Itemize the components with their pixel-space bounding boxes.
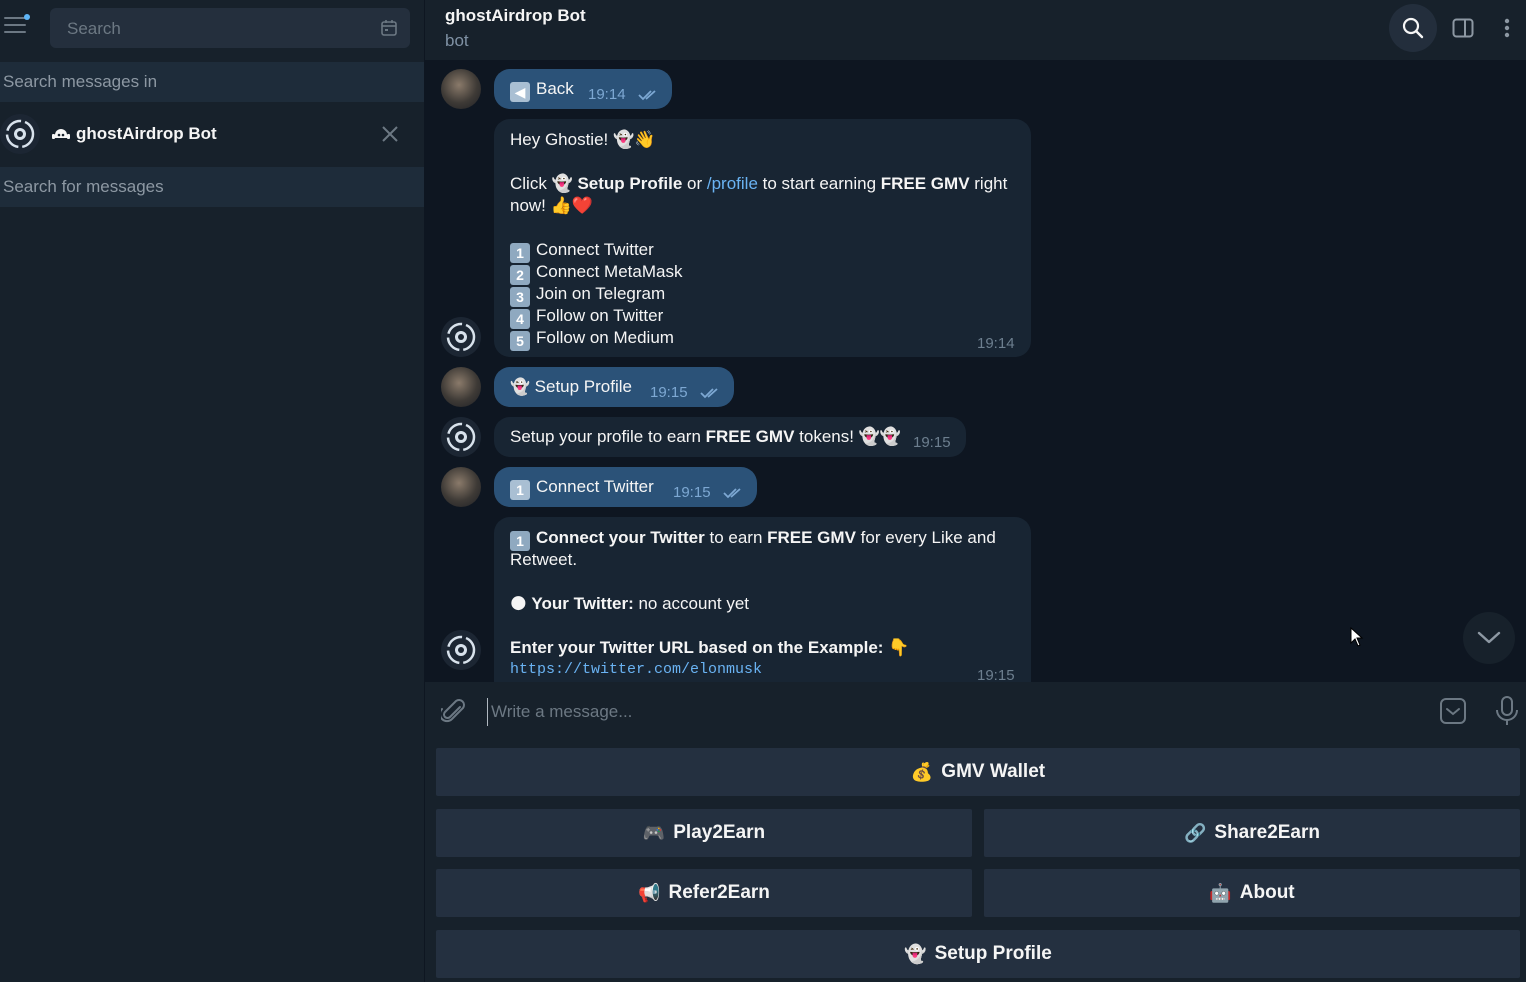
message-text: Back — [536, 79, 574, 98]
message-list[interactable]: ◀ Back 19:14 Hey Ghostie! 👻👋 Click 👻 Setu… — [425, 61, 1526, 682]
step-item: 3 Join on Telegram — [510, 284, 665, 307]
chevron-down-icon — [1477, 631, 1501, 644]
message-text: Setup your profile to earn FREE GMV toke… — [510, 427, 902, 446]
message-composer — [425, 682, 1526, 740]
chat-name-label: ghostAirdrop Bot — [76, 124, 217, 143]
message-incoming-twitter-connect[interactable]: 1 Connect your Twitter to earn FREE GMV f… — [494, 517, 1031, 682]
play2earn-button[interactable]: 🎮 Play2Earn — [436, 809, 972, 857]
sidebar-toggle-button[interactable] — [1439, 4, 1487, 52]
message-line: 🌑 Your Twitter: no account yet — [510, 594, 750, 613]
step-item: 2 Connect MetaMask — [510, 262, 682, 285]
more-menu-button[interactable] — [1483, 4, 1526, 52]
attach-icon[interactable] — [441, 698, 467, 726]
user-avatar[interactable] — [441, 367, 481, 407]
message-text: Connect Twitter — [536, 477, 654, 496]
user-avatar[interactable] — [441, 69, 481, 109]
refer2earn-button[interactable]: 📢 Refer2Earn — [436, 869, 972, 917]
example-url-link[interactable]: https://twitter.com/elonmusk — [510, 661, 762, 678]
step-item: 5 Follow on Medium — [510, 328, 674, 351]
message-time: 19:15 — [977, 667, 1015, 682]
money-bag-icon: 💰 — [910, 761, 934, 782]
sidebar-topbar — [0, 0, 424, 58]
menu-icon[interactable] — [4, 14, 30, 37]
message-time: 19:15 — [650, 384, 688, 401]
message-line: Enter your Twitter URL based on the Exam… — [510, 638, 910, 657]
message-time: 19:14 — [977, 335, 1015, 352]
message-line: Retweet. — [510, 550, 578, 569]
bot-keyboard: 💰 GMV Wallet 🎮 Play2Earn 🔗 Share2Earn 📢 Refe… — [425, 740, 1526, 982]
gmv-wallet-button[interactable]: 💰 GMV Wallet — [436, 748, 1520, 796]
message-time: 19:15 — [913, 434, 951, 451]
bot-avatar[interactable] — [441, 317, 481, 357]
message-text: Setup Profile — [534, 377, 632, 396]
step-item: 4 Follow on Twitter — [510, 306, 663, 329]
chat-subtitle: bot — [445, 31, 469, 50]
more-vertical-icon — [1504, 18, 1510, 38]
message-outgoing-setup[interactable]: 👻 Setup Profile 19:15 — [494, 367, 734, 407]
megaphone-icon: 📢 — [638, 882, 661, 903]
ghost-icon: 👻 — [904, 943, 927, 964]
chat-title[interactable]: ghostAirdrop Bot — [445, 6, 586, 26]
search-messages-in-text: Search messages in — [3, 72, 158, 91]
search-input[interactable] — [50, 8, 369, 50]
read-checkmark-icon — [700, 388, 718, 399]
gamepad-icon: 🎮 — [642, 822, 666, 843]
read-checkmark-icon — [723, 488, 741, 499]
bot-avatar[interactable] — [441, 417, 481, 457]
chat-filter-item[interactable]: ghostAirdrop Bot — [0, 106, 424, 162]
message-line: Click 👻 Setup Profile or /profile to sta… — [510, 174, 1008, 193]
message-incoming-welcome[interactable]: Hey Ghostie! 👻👋 Click 👻 Setup Profile or… — [494, 119, 1031, 357]
search-for-messages[interactable]: Search for messages — [0, 167, 424, 207]
message-incoming-setup-info[interactable]: Setup your profile to earn FREE GMV toke… — [494, 417, 966, 457]
link-icon: 🔗 — [1183, 822, 1207, 843]
search-for-messages-text: Search for messages — [3, 177, 164, 196]
setup-profile-button[interactable]: 👻 Setup Profile — [436, 930, 1520, 978]
emoji-sticker-icon[interactable] — [1439, 697, 1467, 725]
calendar-icon[interactable] — [380, 19, 398, 37]
step-item: 1 Connect Twitter — [510, 240, 654, 263]
search-box[interactable] — [50, 8, 410, 50]
search-button[interactable] — [1389, 4, 1437, 52]
bot-avatar[interactable] — [441, 630, 481, 670]
message-outgoing-back[interactable]: ◀ Back 19:14 — [494, 69, 672, 109]
profile-command-link[interactable]: /profile — [707, 174, 758, 193]
close-icon[interactable] — [380, 124, 400, 144]
sidebar-panel-icon — [1452, 18, 1474, 38]
message-input[interactable] — [487, 698, 1393, 726]
left-sidebar: Search messages in ghostAirdrop Bot Sear… — [0, 0, 425, 982]
bot-avatar — [0, 114, 40, 154]
chat-name: ghostAirdrop Bot — [52, 124, 217, 144]
user-avatar[interactable] — [441, 467, 481, 507]
scroll-down-button[interactable] — [1463, 612, 1515, 664]
about-button[interactable]: 🤖 About — [984, 869, 1520, 917]
message-line: 1 Connect your Twitter to earn FREE GMV f… — [510, 528, 996, 551]
message-line: now! 👍❤️ — [510, 196, 593, 215]
microphone-icon[interactable] — [1495, 695, 1519, 727]
read-checkmark-icon — [638, 90, 656, 101]
ghost-icon: 👻 — [510, 379, 530, 396]
chat-header: ghostAirdrop Bot bot — [425, 0, 1526, 61]
mouse-cursor-icon — [1350, 627, 1364, 647]
message-greeting: Hey Ghostie! 👻👋 — [510, 130, 656, 149]
share2earn-button[interactable]: 🔗 Share2Earn — [984, 809, 1520, 857]
message-time: 19:14 — [588, 86, 626, 103]
back-arrow-icon: ◀ — [510, 82, 530, 102]
search-messages-in-label: Search messages in — [0, 62, 424, 102]
search-icon — [1402, 17, 1424, 39]
message-outgoing-connect-twitter[interactable]: 1 Connect Twitter 19:15 — [494, 467, 757, 507]
message-time: 19:15 — [673, 484, 711, 501]
bot-icon — [52, 129, 70, 139]
robot-icon: 🤖 — [1209, 882, 1232, 903]
